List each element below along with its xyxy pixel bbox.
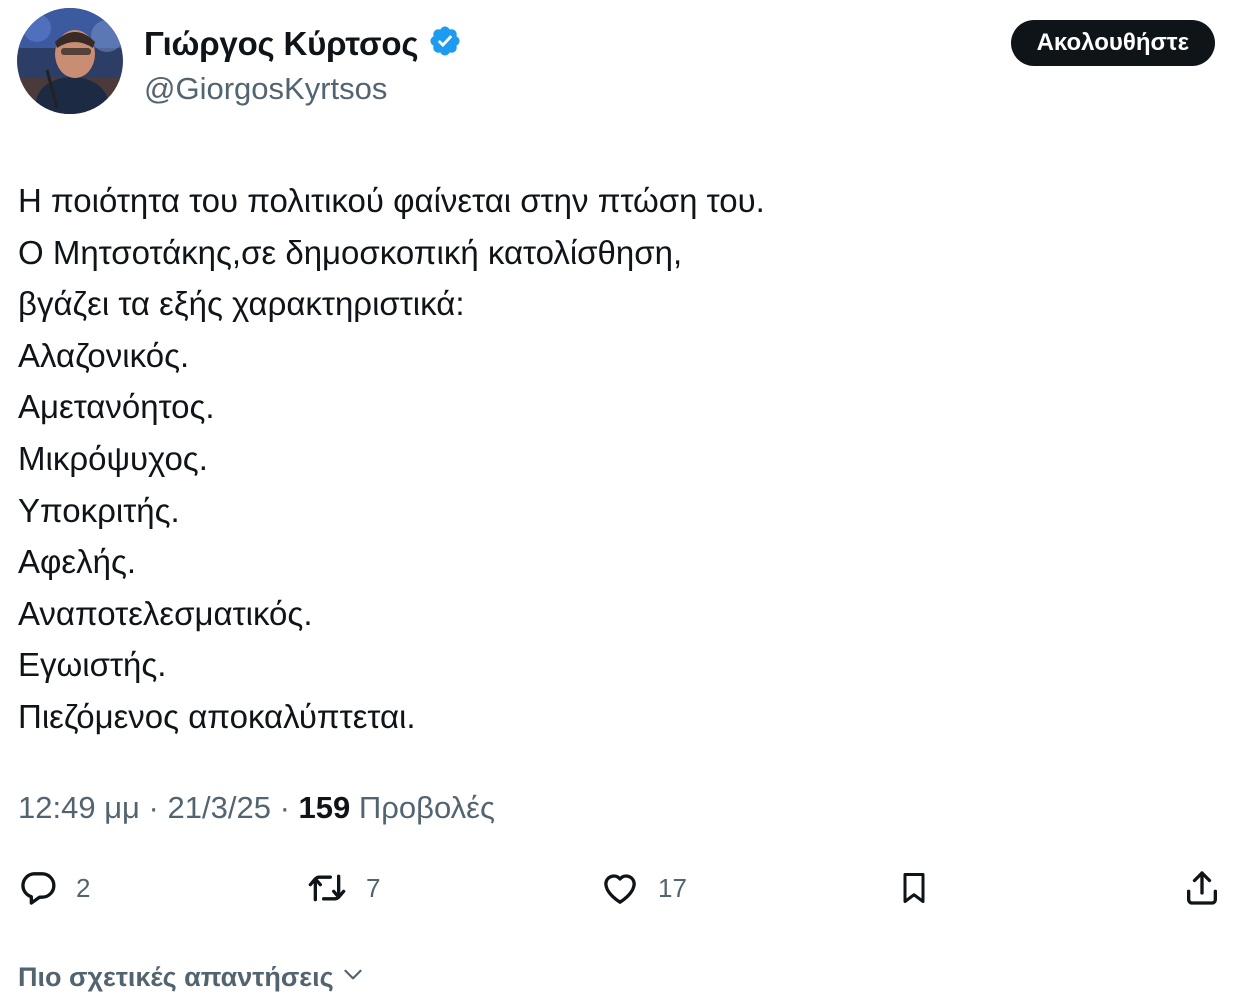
retweet-icon bbox=[306, 868, 348, 908]
tweet-text: Η ποιότητα του πολιτικού φαίνεται στην π… bbox=[18, 175, 1218, 743]
chevron-down-icon bbox=[340, 961, 366, 994]
bookmark-icon bbox=[896, 868, 932, 908]
tweet-line: Αλαζονικός. bbox=[18, 336, 190, 374]
tweet-line: Αναποτελεσματικός. bbox=[18, 594, 313, 632]
retweet-count: 7 bbox=[366, 872, 381, 903]
name-row: Γιώργος Κύρτσος bbox=[144, 24, 462, 63]
tweet-line: Αφελής. bbox=[18, 543, 137, 581]
tweet-actions: 2 7 17 bbox=[18, 863, 1226, 913]
tweet-header: Γιώργος Κύρτσος @GiorgosKyrtsos Ακολουθή… bbox=[17, 8, 1215, 114]
tweet-line: Ο Μητσοτάκης,σε δημοσκοπική κατολίσθηση, bbox=[18, 233, 683, 271]
related-replies-dropdown[interactable]: Πιο σχετικές απαντήσεις bbox=[18, 961, 366, 994]
retweet-button[interactable]: 7 bbox=[306, 863, 380, 913]
tweet-line: Πιεζόμενος αποκαλύπτεται. bbox=[18, 697, 416, 735]
share-icon bbox=[1182, 868, 1222, 908]
reply-button[interactable]: 2 bbox=[18, 863, 90, 913]
display-name[interactable]: Γιώργος Κύρτσος bbox=[144, 25, 419, 63]
like-count: 17 bbox=[658, 872, 687, 903]
bookmark-button[interactable] bbox=[896, 863, 932, 913]
user-handle[interactable]: @GiorgosKyrtsos bbox=[144, 71, 387, 107]
tweet-meta: 12:49 μμ · 21/3/25 · 159 Προβολές bbox=[18, 790, 495, 826]
avatar[interactable] bbox=[17, 8, 123, 114]
related-replies-label: Πιο σχετικές απαντήσεις bbox=[18, 962, 334, 992]
tweet-time[interactable]: 12:49 μμ bbox=[18, 790, 140, 825]
tweet-date[interactable]: 21/3/25 bbox=[168, 790, 271, 825]
tweet-line: Υποκριτής. bbox=[18, 491, 180, 529]
tweet-line: Αμετανόητος. bbox=[18, 388, 215, 426]
follow-button[interactable]: Ακολουθήστε bbox=[1010, 20, 1215, 66]
reply-icon bbox=[18, 868, 58, 908]
tweet-line: Η ποιότητα του πολιτικού φαίνεται στην π… bbox=[18, 182, 765, 219]
reply-count: 2 bbox=[76, 872, 91, 903]
tweet-line: βγάζει τα εξής χαρακτηριστικά: bbox=[18, 285, 465, 323]
like-button[interactable]: 17 bbox=[600, 863, 687, 913]
tweet-line: Εγωιστής. bbox=[18, 646, 167, 684]
heart-icon bbox=[600, 868, 640, 908]
meta-separator: · bbox=[148, 790, 159, 825]
meta-separator: · bbox=[279, 790, 290, 825]
tweet-line: Μικρόψυχος. bbox=[18, 439, 208, 477]
views-count: 159 bbox=[298, 790, 351, 825]
share-button[interactable] bbox=[1182, 863, 1222, 913]
views-label: Προβολές bbox=[358, 790, 495, 825]
verified-badge-icon bbox=[428, 24, 462, 63]
